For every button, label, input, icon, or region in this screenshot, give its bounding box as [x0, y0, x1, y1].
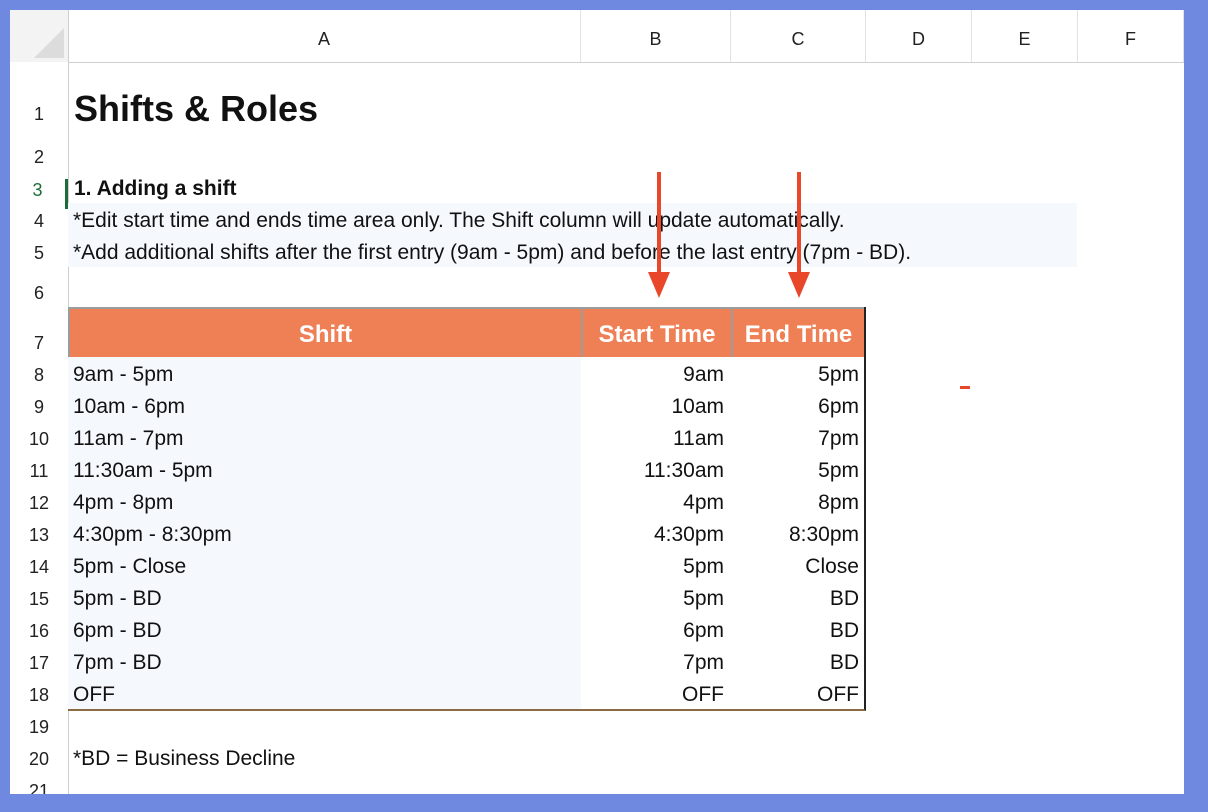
column-header-c[interactable]: C: [731, 10, 866, 62]
column-header-f[interactable]: F: [1078, 10, 1184, 62]
column-header-b[interactable]: B: [581, 10, 731, 62]
end-time-cell[interactable]: 8pm: [731, 491, 859, 515]
annotation-mark: [960, 386, 970, 389]
shift-cell[interactable]: 5pm - BD: [73, 587, 162, 611]
table-header-start-time: Start Time: [581, 307, 731, 357]
start-time-cell[interactable]: 11am: [581, 427, 724, 451]
row-header-7[interactable]: 7: [10, 333, 68, 354]
shift-cell[interactable]: 4pm - 8pm: [73, 491, 173, 515]
spreadsheet: A B C D E F 1 2 3 4 5 6 7 8 9 10 11 12 1…: [10, 10, 1184, 794]
row-header-20[interactable]: 20: [10, 749, 68, 770]
end-time-cell[interactable]: OFF: [731, 683, 859, 707]
table-header-shift: Shift: [68, 307, 581, 357]
footnote: *BD = Business Decline: [73, 747, 296, 770]
start-time-cell[interactable]: 4pm: [581, 491, 724, 515]
column-header-row: A B C D E F: [10, 10, 1184, 63]
row-header-2[interactable]: 2: [10, 147, 68, 168]
row-header-6[interactable]: 6: [10, 283, 68, 304]
start-time-cell[interactable]: 11:30am: [581, 459, 724, 483]
note-edit-times: *Edit start time and ends time area only…: [73, 209, 845, 232]
table-header-end-time: End Time: [731, 307, 866, 357]
start-time-cell[interactable]: OFF: [581, 683, 724, 707]
start-time-cell[interactable]: 4:30pm: [581, 523, 724, 547]
end-time-cell[interactable]: 8:30pm: [731, 523, 859, 547]
row-header-21[interactable]: 21: [10, 781, 68, 794]
row-header-3[interactable]: 3: [10, 179, 68, 209]
shift-cell[interactable]: 4:30pm - 8:30pm: [73, 523, 232, 547]
shift-cell[interactable]: 6pm - BD: [73, 619, 162, 643]
end-time-cell[interactable]: Close: [731, 555, 859, 579]
column-header-e[interactable]: E: [972, 10, 1078, 62]
row-header-9[interactable]: 9: [10, 397, 68, 418]
row-header-19[interactable]: 19: [10, 717, 68, 738]
shift-cell[interactable]: OFF: [73, 683, 115, 707]
row-header-18[interactable]: 18: [10, 685, 68, 706]
end-time-cell[interactable]: BD: [731, 587, 859, 611]
row-header-5[interactable]: 5: [10, 243, 68, 264]
shift-cell[interactable]: 10am - 6pm: [73, 395, 185, 419]
start-time-cell[interactable]: 7pm: [581, 651, 724, 675]
select-all-corner[interactable]: [10, 10, 69, 62]
shift-cell[interactable]: 5pm - Close: [73, 555, 186, 579]
end-time-cell[interactable]: BD: [731, 619, 859, 643]
row-header-4[interactable]: 4: [10, 211, 68, 232]
shift-cell[interactable]: 11:30am - 5pm: [73, 459, 213, 483]
column-header-a[interactable]: A: [68, 10, 581, 62]
row-header-13[interactable]: 13: [10, 525, 68, 546]
shift-cell[interactable]: 11am - 7pm: [73, 427, 184, 451]
column-header-d[interactable]: D: [866, 10, 972, 62]
row-header-8[interactable]: 8: [10, 365, 68, 386]
shift-cell[interactable]: 7pm - BD: [73, 651, 162, 675]
section-heading: 1. Adding a shift: [74, 177, 237, 200]
end-time-cell[interactable]: 7pm: [731, 427, 859, 451]
row-header-16[interactable]: 16: [10, 621, 68, 642]
end-time-cell[interactable]: 5pm: [731, 363, 859, 387]
start-time-cell[interactable]: 9am: [581, 363, 724, 387]
end-time-cell[interactable]: BD: [731, 651, 859, 675]
end-time-cell[interactable]: 5pm: [731, 459, 859, 483]
row-header-11[interactable]: 11: [10, 461, 68, 482]
row-header-15[interactable]: 15: [10, 589, 68, 610]
start-time-cell[interactable]: 5pm: [581, 587, 724, 611]
start-time-cell[interactable]: 5pm: [581, 555, 724, 579]
row-header-14[interactable]: 14: [10, 557, 68, 578]
start-time-arrow-icon: [648, 172, 670, 298]
row-header-10[interactable]: 10: [10, 429, 68, 450]
row-header-column: 1 2 3 4 5 6 7 8 9 10 11 12 13 14 15 16 1…: [10, 62, 69, 794]
row-header-1[interactable]: 1: [10, 104, 68, 125]
end-time-arrow-icon: [788, 172, 810, 298]
start-time-cell[interactable]: 10am: [581, 395, 724, 419]
start-time-cell[interactable]: 6pm: [581, 619, 724, 643]
page-title: Shifts & Roles: [74, 88, 319, 129]
row-header-17[interactable]: 17: [10, 653, 68, 674]
end-time-cell[interactable]: 6pm: [731, 395, 859, 419]
row-header-12[interactable]: 12: [10, 493, 68, 514]
shift-cell[interactable]: 9am - 5pm: [73, 363, 173, 387]
